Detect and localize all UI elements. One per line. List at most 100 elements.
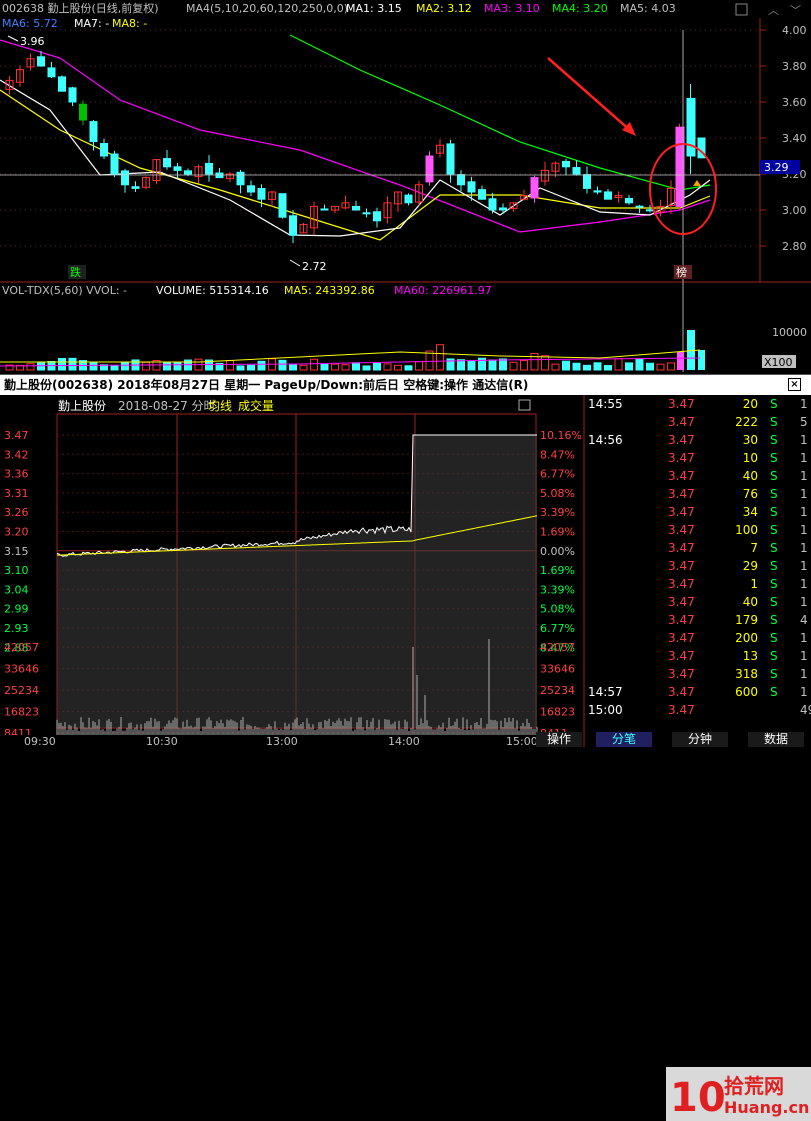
candle-body [362,212,371,215]
tick-count: 1 [800,577,808,591]
tick-count: 1 [800,595,808,609]
intraday-window[interactable]: 勤上股份(002638) 2018年08月27日 星期一 PageUp/Down… [0,374,811,1121]
volume-bar [68,357,77,371]
tick-row[interactable]: 15:00 3.47 49 [586,701,811,719]
volume-bar [656,363,665,371]
tick-price: 3.47 [668,505,695,519]
intraday-vol-label-right: 16823 [540,706,575,719]
volume-bar [394,364,402,371]
volume-bar [604,365,612,371]
ma6-value: MA6: 5.72 [2,17,58,30]
chevron-down-icon[interactable]: ﹀ [790,4,801,17]
tick-volume: 34 [742,505,758,519]
watermark-brand: 拾荒网 [724,1074,784,1098]
tick-row[interactable]: 14:55 3.47 20 S 1 [586,395,811,413]
tick-row[interactable]: 3.47 13 S 1 [586,647,811,665]
intraday-vol-label: 16823 [4,706,39,719]
tick-row[interactable]: 3.47 34 S 1 [586,503,811,521]
tick-side: S [770,397,778,411]
chevron-up-icon[interactable]: ︿ [768,4,779,17]
volume-bar [352,362,360,371]
tick-count: 49 [800,703,811,717]
tab-ticks[interactable]: 分笔 [596,732,652,747]
tick-row[interactable]: 3.47 179 S 4 [586,611,811,629]
ma5-value: MA5: 4.03 [620,2,676,15]
volume-bar [541,355,549,371]
tick-count: 1 [800,397,808,411]
tab-data[interactable]: 数据 [748,732,804,747]
tick-row[interactable]: 3.47 29 S 1 [586,557,811,575]
candle-body [478,189,486,200]
intraday-price-label: 2.93 [4,622,29,635]
tick-volume: 100 [735,523,758,537]
tick-row[interactable]: 3.47 7 S 1 [586,539,811,557]
tick-price: 3.47 [668,559,695,573]
tick-row[interactable]: 14:56 3.47 30 S 1 [586,431,811,449]
volume-bar [520,360,528,371]
volume-ma5: MA5: 243392.86 [284,284,375,297]
intraday-vol-label-right: 42057 [540,641,575,654]
tick-row[interactable]: 3.47 76 S 1 [586,485,811,503]
tick-row[interactable]: 3.47 10 S 1 [586,449,811,467]
tick-row[interactable]: 3.47 200 S 1 [586,629,811,647]
volume-value: VOLUME: 515314.16 [156,284,269,297]
candle-body [184,170,192,175]
tick-volume: 200 [735,631,758,645]
tick-list[interactable]: 14:55 3.47 20 S 1 3.47 222 S 5 14:56 3.47 30 S 1 3.47 1… [586,395,811,731]
candle-body [236,171,245,186]
tick-count: 5 [800,415,808,429]
tick-volume: 30 [742,433,758,447]
volume-bar [562,360,570,371]
candle-body [89,121,98,143]
red-arrow [547,57,633,133]
intraday-pct-label: 5.08% [540,487,575,500]
volume-bar [320,363,329,371]
intraday-pct-label: 3.39% [540,583,575,596]
intraday-price-label: 3.36 [4,468,29,481]
candle-body [320,208,329,211]
tick-side: S [770,631,778,645]
tick-count: 1 [800,649,808,663]
tab-minutes[interactable]: 分钟 [672,732,728,747]
volume-ma5-line [0,349,701,363]
watermark-logo: 10 拾荒网 Huang.cn [666,1067,811,1121]
tick-row[interactable]: 3.47 40 S 1 [586,593,811,611]
intraday-price-label: 3.10 [4,564,29,577]
tick-volume: 40 [742,595,758,609]
volume-bar [677,352,684,370]
intraday-price-label: 2.99 [4,603,29,616]
watermark-domain: Huang.cn [724,1098,809,1117]
intraday-avg-label: 均线 [208,399,232,413]
tick-row[interactable]: 3.47 100 S 1 [586,521,811,539]
close-icon[interactable]: × [788,378,801,391]
candle-body [58,76,66,92]
chart-controls[interactable]: ︿ ﹀ [735,3,801,17]
intraday-title-bar: 勤上股份(002638) 2018年08月27日 星期一 PageUp/Down… [0,375,811,395]
tick-price: 3.47 [668,685,695,699]
tick-row[interactable]: 3.47 318 S 1 [586,665,811,683]
tick-side: S [770,577,778,591]
tick-row[interactable]: 3.47 1 S 1 [586,575,811,593]
daily-kline-chart[interactable]: 002638 勤上股份(日线,前复权) MA4(5,10,20,60,120,2… [0,0,811,372]
collapse-icon[interactable] [735,3,748,16]
ma-params: MA4(5,10,20,60,120,250,0,0) [186,2,348,15]
intraday-pct-label: 6.77% [540,468,575,481]
ma3-line [0,39,711,233]
time-axis-label: 13:00 [266,735,298,747]
tick-price: 3.47 [668,451,695,465]
volume-bar [373,362,381,371]
time-axis-label: 14:00 [388,735,420,747]
volume-bar [698,350,705,370]
candle-body [604,191,612,200]
tick-volume: 10 [742,451,758,465]
tick-volume: 7 [750,541,758,555]
tick-side: S [770,613,778,627]
intraday-pct-label: 6.77% [540,622,575,635]
tick-row[interactable]: 14:57 3.47 600 S 1 [586,683,811,701]
tab-operation[interactable]: 操作 [536,732,582,747]
intraday-vol-label-right: 25234 [540,684,575,697]
intraday-toggle-icon[interactable] [518,399,531,411]
tick-row[interactable]: 3.47 222 S 5 [586,413,811,431]
tick-row[interactable]: 3.47 40 S 1 [586,467,811,485]
volume-bar [415,361,423,371]
